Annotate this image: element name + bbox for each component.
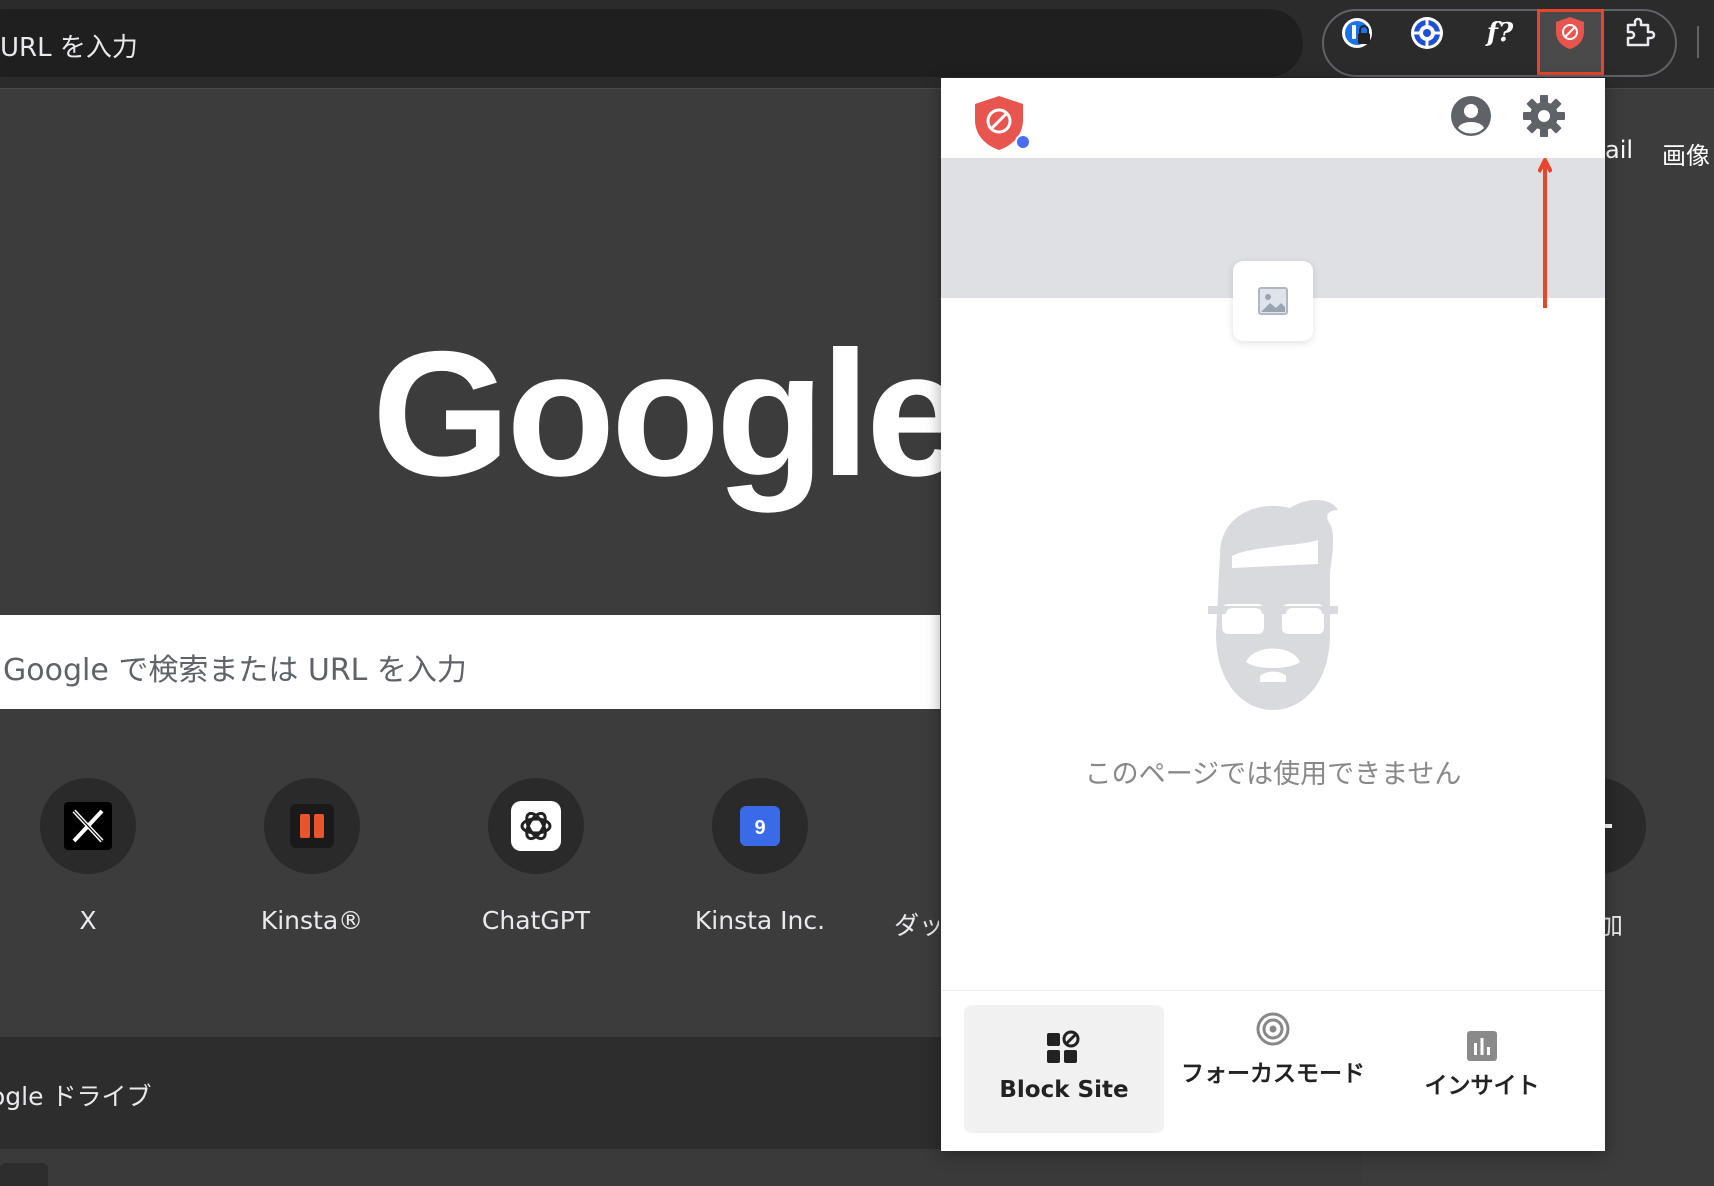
blocksite-popup: このページでは使用できません Block Site フォーカスモード インサイト xyxy=(941,78,1605,1151)
unavailable-message: このページでは使用できません xyxy=(1084,759,1462,790)
shortcut-label: Kinsta® xyxy=(260,906,364,935)
address-bar[interactable]: URL を入力 xyxy=(0,9,1303,77)
target-icon xyxy=(1173,1011,1373,1051)
tab-insights[interactable]: インサイト xyxy=(1382,1005,1582,1133)
popup-header xyxy=(941,78,1605,158)
block-grid-icon xyxy=(964,1029,1164,1071)
font-finder-label: f? xyxy=(1486,18,1514,48)
gmail-link[interactable]: ail xyxy=(1605,136,1633,164)
search-input[interactable]: Google で検索または URL を入力 xyxy=(0,615,940,709)
x-logo-icon xyxy=(40,778,136,874)
shortcut-label: Kinsta Inc. xyxy=(694,906,826,935)
bar-chart-icon xyxy=(1382,1029,1582,1067)
search-placeholder: Google で検索または URL を入力 xyxy=(3,653,467,688)
tab-focus-mode[interactable]: フォーカスモード xyxy=(1173,1005,1373,1133)
blocksite-icon[interactable] xyxy=(1548,11,1592,55)
page-thumbnail-card xyxy=(1233,261,1313,341)
bottom-card xyxy=(0,1163,48,1186)
status-dot-icon xyxy=(1017,136,1029,148)
shortcut-kinsta[interactable]: Kinsta® xyxy=(207,778,417,935)
tab-label: Block Site xyxy=(999,1077,1129,1103)
shortcut-chatgpt[interactable]: ChatGPT xyxy=(431,778,641,935)
account-icon[interactable] xyxy=(1449,94,1493,142)
shortcut-label: X xyxy=(79,906,97,935)
shortcut-kinsta-inc[interactable]: 9 Kinsta Inc. xyxy=(655,778,865,935)
shortcut-label: ダッ xyxy=(894,911,939,940)
tab-label: フォーカスモード xyxy=(1181,1061,1365,1087)
google-logo: Google xyxy=(372,314,965,513)
address-bar-text: URL を入力 xyxy=(0,33,138,63)
settings-badge-icon[interactable] xyxy=(1405,11,1449,55)
font-finder-icon[interactable]: f? xyxy=(1478,11,1522,55)
popup-tab-bar: Block Site フォーカスモード インサイト xyxy=(941,990,1605,1151)
drive-label: ogle ドライブ xyxy=(0,1082,152,1111)
shortcut-dashboard[interactable]: ダッ xyxy=(879,778,939,942)
browser-toolbar: URL を入力 f? xyxy=(0,0,1714,89)
tab-label: インサイト xyxy=(1424,1073,1540,1099)
toolbar-divider xyxy=(1697,26,1699,58)
blocksite-logo-icon xyxy=(971,92,1033,158)
annotation-arrow-icon xyxy=(1537,158,1553,308)
tab-block-site[interactable]: Block Site xyxy=(964,1005,1164,1133)
kinsta-logo-icon xyxy=(264,778,360,874)
chatgpt-logo-icon xyxy=(488,778,584,874)
shortcut-x[interactable]: X xyxy=(0,778,193,935)
calendar-nine-icon: 9 xyxy=(712,778,808,874)
puzzle-extensions-icon[interactable] xyxy=(1618,11,1662,55)
settings-gear-icon[interactable] xyxy=(1522,94,1566,142)
svg-text:9: 9 xyxy=(754,817,765,839)
image-placeholder-icon xyxy=(1258,287,1288,315)
password-manager-icon[interactable] xyxy=(1335,11,1379,55)
shortcut-label: ChatGPT xyxy=(481,906,591,935)
images-link[interactable]: 画像 xyxy=(1662,136,1710,171)
bottom-strip xyxy=(0,1149,1362,1186)
unavailable-illustration-icon xyxy=(1190,494,1356,714)
